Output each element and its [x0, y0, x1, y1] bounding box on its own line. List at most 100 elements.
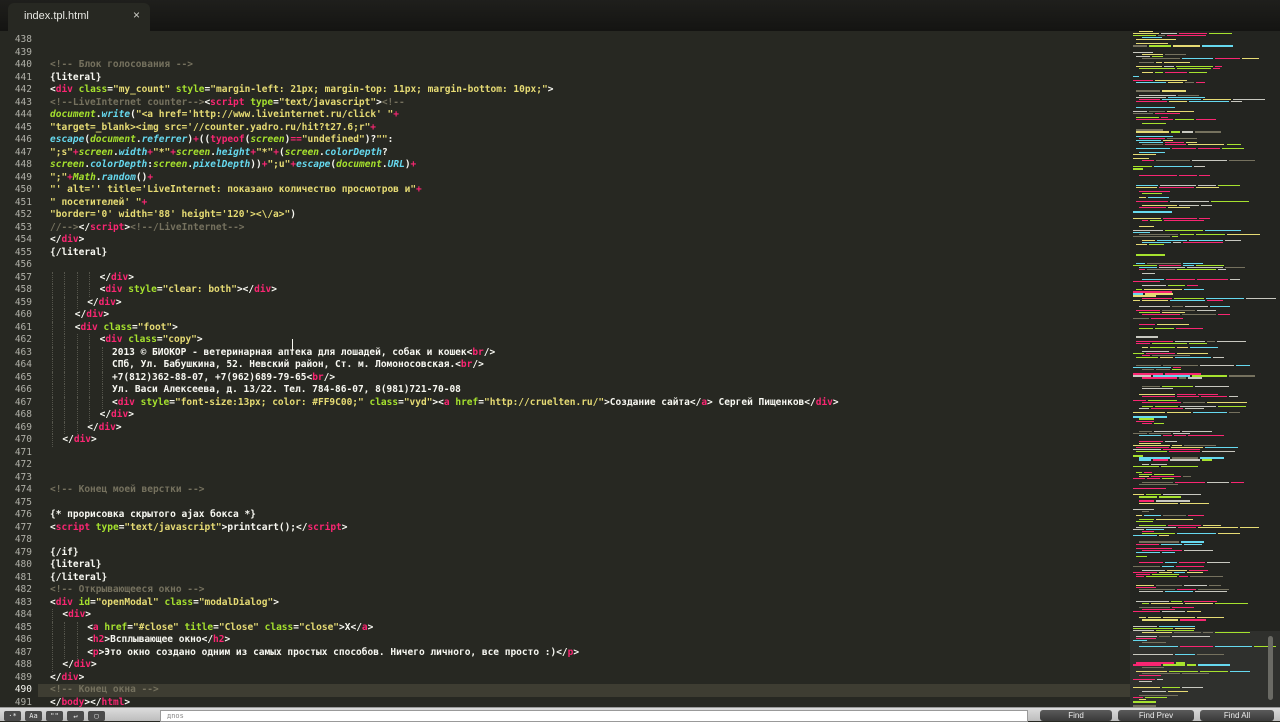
code-line[interactable]: <div class="my_count" style="margin-left…	[50, 84, 553, 97]
code-line[interactable]: <div class="foot">	[75, 322, 178, 335]
minimap-line	[1173, 45, 1200, 47]
code-editor[interactable]: <!-- Блок голосования --> {literal} <div c…	[38, 31, 1130, 707]
code-line[interactable]: "border='0' width='88' height='120'><\/a…	[50, 209, 296, 222]
find-prev-button[interactable]: Find Prev	[1118, 710, 1194, 721]
code-line[interactable]: ";s"+screen.width+"*"+screen.height+"*"+…	[50, 147, 388, 160]
minimap-line	[1214, 631, 1251, 633]
minimap-line	[1136, 90, 1161, 92]
code-line[interactable]: <script type="text/javascript">printcart…	[50, 522, 348, 535]
minimap-line	[1139, 225, 1154, 227]
code-line[interactable]: </div>	[50, 234, 84, 247]
code-line[interactable]: СПб, Ул. Бабушкина, 52. Невский район, С…	[112, 359, 484, 372]
code-line[interactable]: </div>	[75, 309, 109, 322]
code-line[interactable]: <div class="copy">	[100, 334, 203, 347]
code-line[interactable]: </div>	[50, 672, 84, 685]
minimap-line	[1149, 45, 1172, 47]
line-number: 466	[14, 384, 32, 395]
minimap-line	[1199, 457, 1225, 459]
minimap-line	[1193, 412, 1228, 414]
code-line[interactable]: <!--LiveInternet counter--><script type=…	[50, 97, 405, 110]
code-line[interactable]: <!-- Открывающееся окно -->	[50, 584, 204, 597]
code-line[interactable]: <!-- Конец моей верстки -->	[50, 484, 204, 497]
line-number: 438	[14, 34, 32, 45]
scrollbar-thumb[interactable]	[1268, 636, 1273, 700]
code-line[interactable]: 2013 © БИОКОР - ветеринарная аптека для …	[112, 347, 495, 360]
minimap-line	[1139, 441, 1163, 443]
code-line[interactable]: {literal}	[50, 559, 101, 572]
minimap-line	[1226, 233, 1260, 236]
code-line[interactable]: "' alt='' title='LiveInternet: показано …	[50, 184, 422, 197]
code-line[interactable]: "target=_blank><img src='//counter.yadro…	[50, 122, 376, 135]
code-line[interactable]: <!-- Блок голосования -->	[50, 59, 193, 72]
minimap-line	[1133, 291, 1173, 293]
line-number: 449	[14, 171, 32, 183]
minimap-line	[1185, 82, 1195, 84]
code-line[interactable]: escape(document.referrer)+((typeof(scree…	[50, 134, 393, 147]
minimap-line	[1165, 229, 1204, 232]
minimap-line	[1139, 518, 1155, 521]
minimap-line	[1139, 137, 1165, 139]
code-line[interactable]: screen.colorDepth:screen.pixelDepth))+";…	[50, 159, 416, 172]
code-line[interactable]: </div>	[100, 272, 134, 285]
minimap-line	[1136, 637, 1156, 639]
line-number: 482	[14, 584, 32, 595]
close-icon[interactable]: ×	[133, 8, 140, 22]
minimap-line	[1213, 356, 1224, 359]
minimap-line	[1160, 543, 1182, 545]
minimap-line	[1156, 324, 1189, 326]
find-all-button[interactable]: Find All	[1200, 710, 1274, 721]
minimap-line	[1147, 400, 1178, 402]
minimap-line	[1136, 119, 1173, 121]
code-line[interactable]: +7(812)362-88-07, +7(962)689-79-65<br/>	[112, 372, 335, 385]
minimap-line	[1136, 451, 1168, 453]
minimap-line	[1188, 143, 1225, 145]
code-line[interactable]: </div>	[62, 434, 96, 447]
code-line[interactable]: </div>	[62, 659, 96, 672]
code-line[interactable]: </div>	[87, 422, 121, 435]
tab-index-tpl-html[interactable]: index.tpl.html ×	[8, 3, 150, 31]
minimap-line	[1214, 57, 1240, 59]
code-line[interactable]: <div id="openModal" class="modalDialog">	[50, 597, 279, 610]
code-line[interactable]: </body></html>	[50, 697, 130, 708]
code-line[interactable]: {/literal}	[50, 247, 107, 260]
indent-guide	[64, 284, 66, 297]
minimap[interactable]	[1130, 31, 1280, 707]
minimap-line	[1142, 533, 1175, 535]
minimap-line	[1217, 533, 1240, 535]
minimap-line	[1162, 139, 1174, 141]
minimap-line	[1186, 266, 1224, 268]
code-line[interactable]: ";"+Math.random()+	[50, 172, 153, 185]
minimap-line	[1139, 430, 1152, 432]
code-line[interactable]: <h2>Всплывающее окно</h2>	[87, 634, 230, 647]
find-input[interactable]: дnos	[160, 710, 1028, 722]
code-line[interactable]: <div style="font-size:13px; color: #FF9C…	[112, 397, 839, 410]
minimap-line	[1156, 61, 1163, 63]
code-line[interactable]: </div>	[87, 297, 121, 310]
code-line[interactable]: </div>	[100, 409, 134, 422]
minimap-line	[1199, 217, 1210, 219]
code-line[interactable]: document.write("<a href='http://www.live…	[50, 109, 399, 122]
code-line[interactable]: <p>Это окно создано одним из самых прост…	[87, 647, 579, 660]
minimap-line	[1133, 625, 1157, 627]
code-line[interactable]: //--></script><!--/LiveInternet-->	[50, 222, 245, 235]
code-line[interactable]: <div>	[62, 609, 91, 622]
code-line[interactable]: {/if}	[50, 547, 79, 560]
code-line[interactable]: {* прорисовка скрытого ajax бокса *}	[50, 509, 256, 522]
code-line[interactable]: " посетителей' "+	[50, 197, 147, 210]
code-line[interactable]: {literal}	[50, 72, 101, 85]
minimap-line	[1136, 471, 1143, 473]
find-button[interactable]: Find	[1040, 710, 1112, 721]
minimap-line	[1161, 98, 1202, 100]
minimap-line	[1139, 311, 1161, 314]
minimap-line	[1139, 266, 1158, 268]
code-line[interactable]: {/literal}	[50, 572, 107, 585]
code-line[interactable]: <a href="#close" title="Close" class="cl…	[87, 622, 373, 635]
current-line-highlight	[38, 684, 1130, 697]
code-line[interactable]: <!-- Конец окна -->	[50, 684, 159, 697]
minimap-line	[1133, 293, 1143, 295]
code-line[interactable]: Ул. Васи Алексеева, д. 13/22. Тел. 784-8…	[112, 384, 461, 397]
code-line[interactable]: <div style="clear: both"></div>	[100, 284, 277, 297]
line-number: 488	[14, 659, 32, 670]
minimap-line	[1164, 72, 1188, 74]
minimap-line	[1136, 43, 1169, 45]
